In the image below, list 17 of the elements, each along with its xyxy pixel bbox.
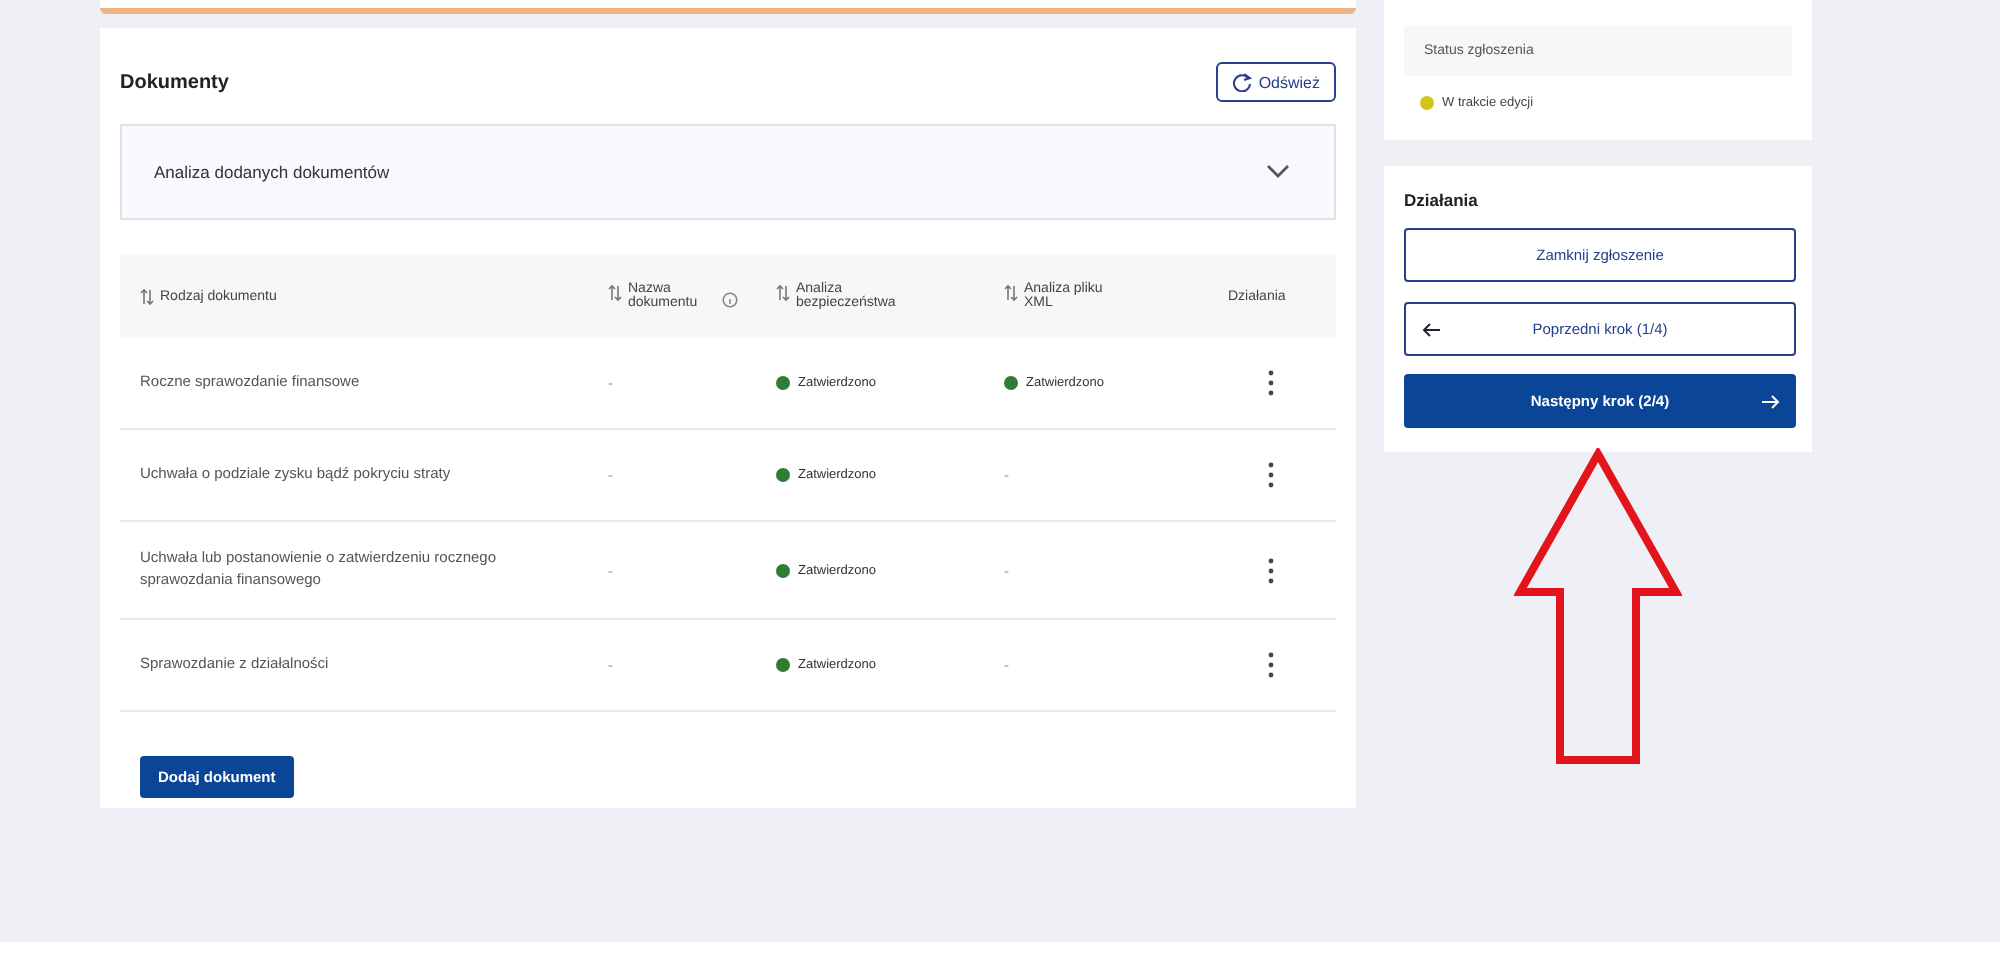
kebab-icon [1267,462,1273,488]
more-button[interactable] [1263,366,1277,400]
kebab-icon [1267,652,1273,678]
kebab-icon [1267,370,1273,396]
section-title: Dokumenty [120,71,229,93]
chevron-icon [1266,164,1290,180]
accordion-label: Analiza dodanych dokumentów [154,162,390,182]
more-button[interactable] [1263,648,1277,682]
refresh-button[interactable]: Odśwież [1216,62,1336,102]
arrow-right-icon [1759,393,1780,409]
kebab-icon [1267,557,1273,583]
accordion[interactable]: Analiza dodanych dokumentów [120,124,1336,220]
refresh-icon [1232,72,1253,92]
more-button[interactable] [1263,553,1277,587]
section-title: Działania [1404,190,1480,210]
more-button[interactable] [1263,458,1277,492]
arrow-left-icon [1422,321,1442,337]
